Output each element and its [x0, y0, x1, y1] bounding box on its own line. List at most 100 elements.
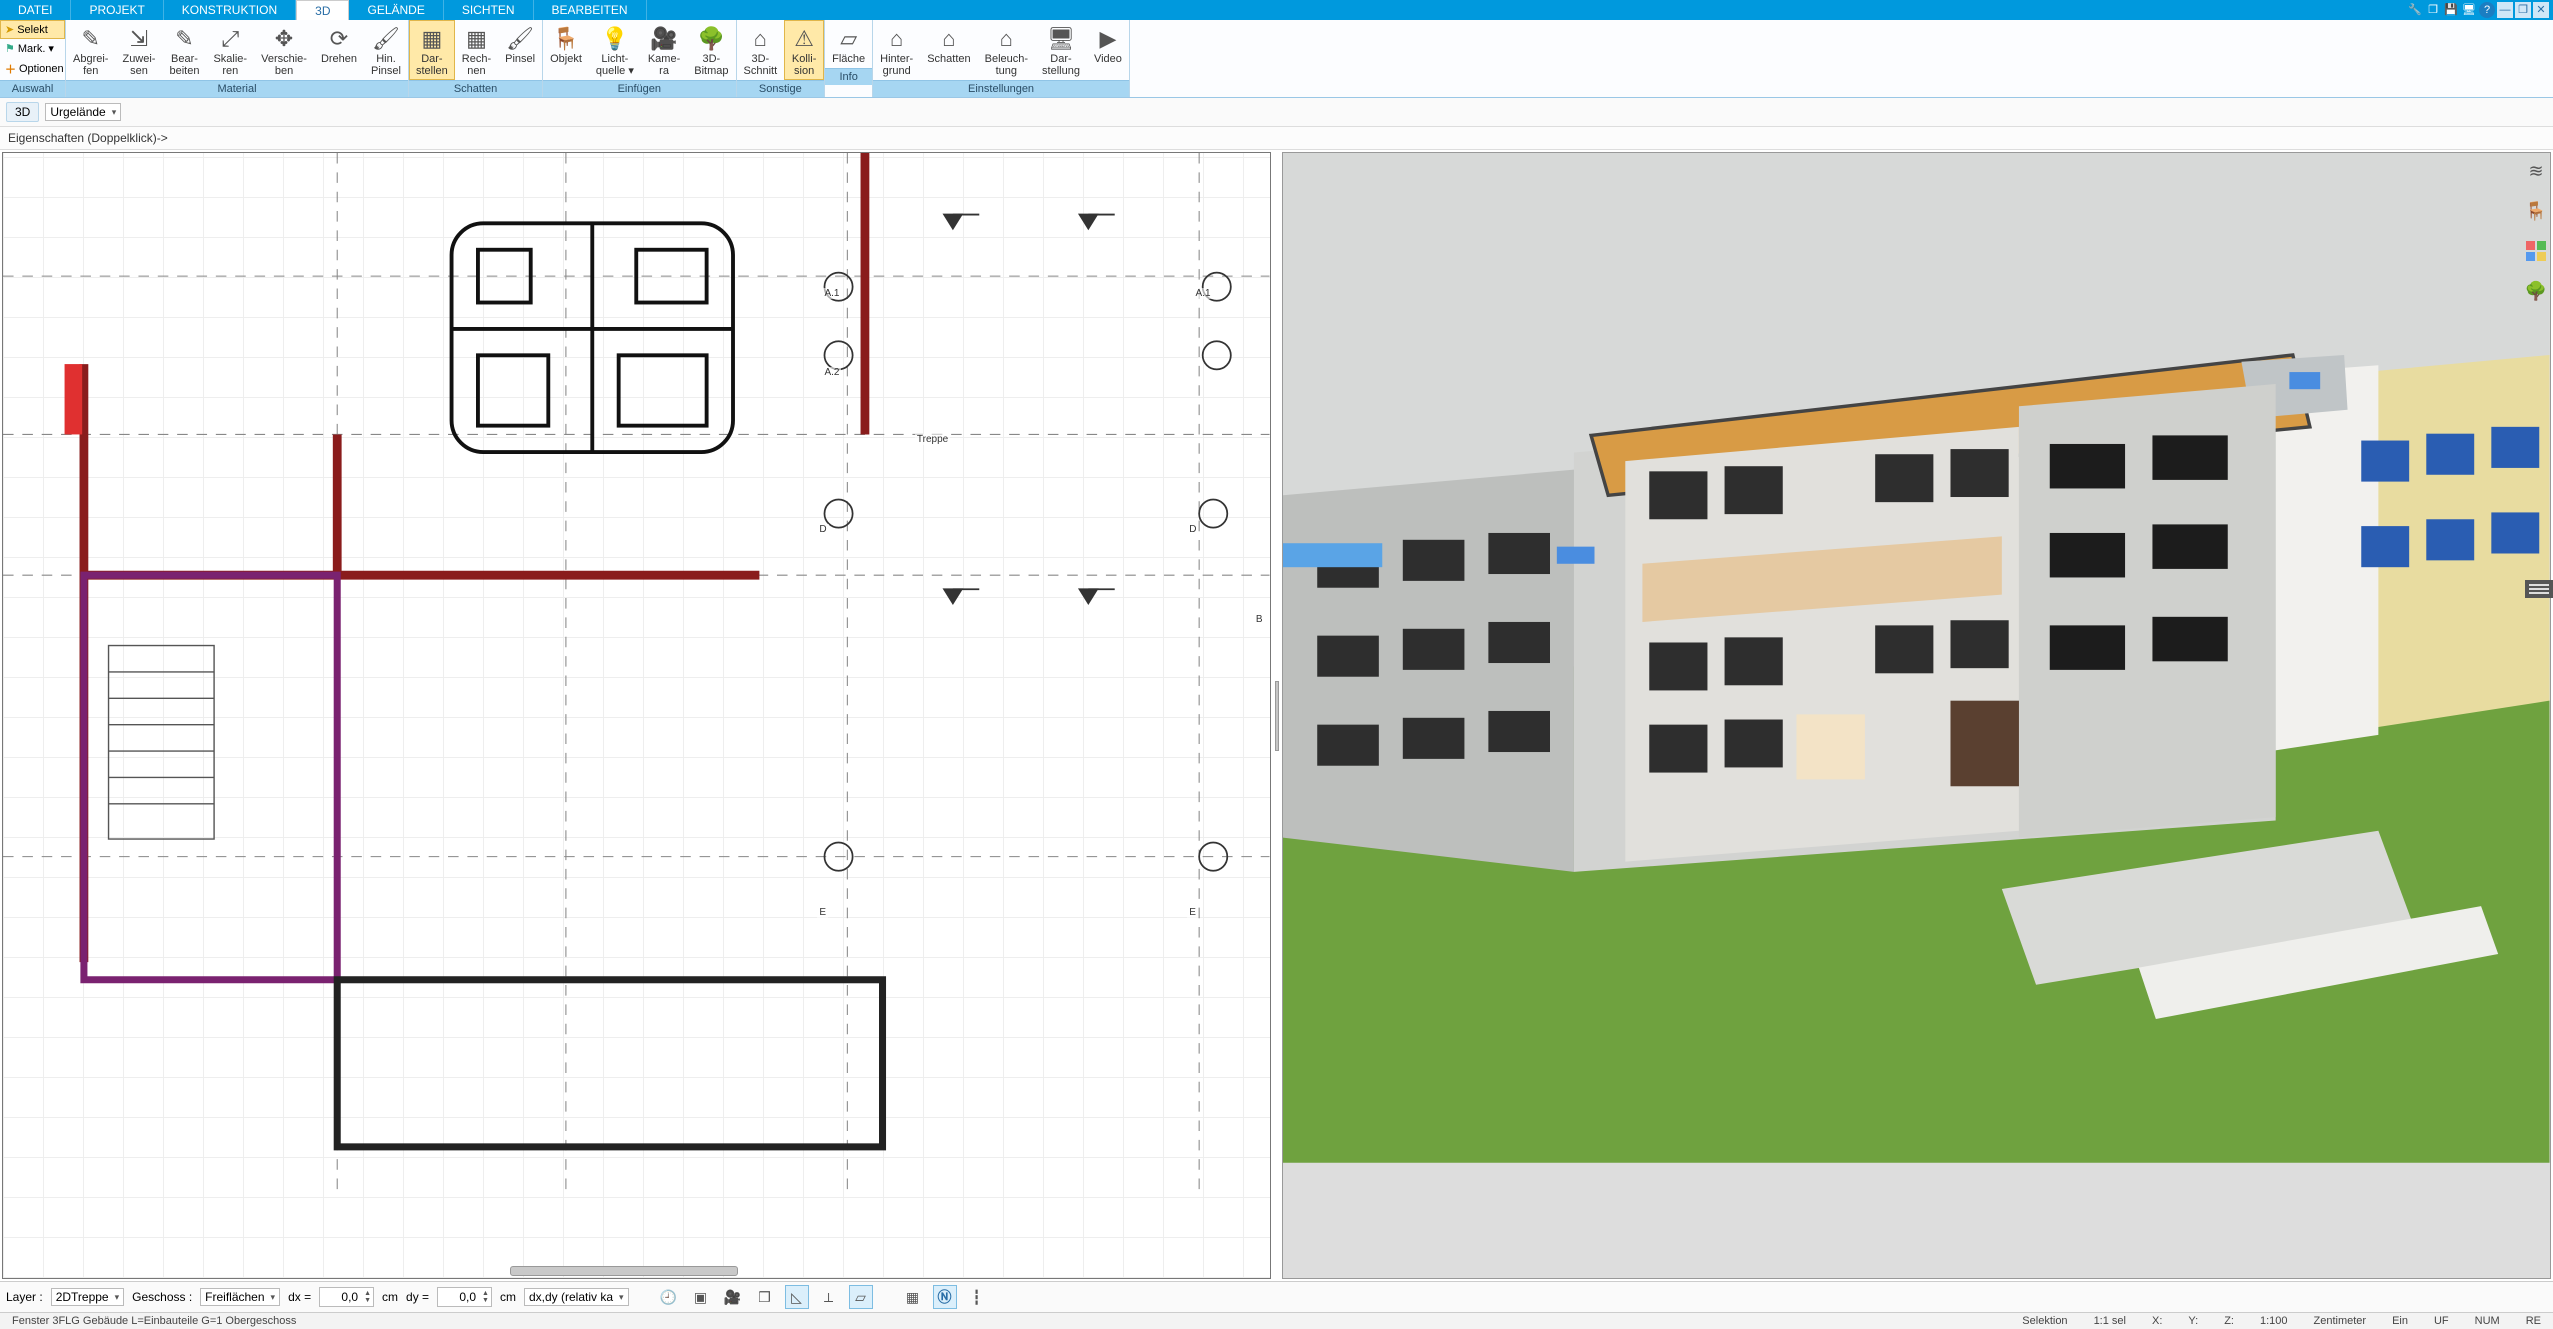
chevron-down-icon: ▾ — [115, 1292, 120, 1303]
dx-input[interactable] — [320, 1288, 362, 1306]
lichtquelle-button[interactable]: 💡Licht- quelle ▾ — [589, 20, 641, 80]
geschoss-combo[interactable]: Freiflächen ▾ — [200, 1288, 280, 1306]
kollision-button[interactable]: ⚠Kolli- sion — [784, 20, 824, 80]
video-button[interactable]: ▶Video — [1087, 20, 1129, 80]
properties-hint-bar[interactable]: Eigenschaften (Doppelklick)-> — [0, 127, 2553, 150]
dy-spin-down[interactable]: ▼ — [480, 1297, 491, 1304]
save-icon[interactable]: 💾 — [2443, 2, 2459, 18]
status-scale: 1:100 — [2254, 1315, 2294, 1327]
workspace: Treppe A.1 A.2 A.1 D D E E B — [0, 150, 2553, 1281]
objekt-icon: 🪑 — [550, 25, 582, 53]
plan-view-2d[interactable]: Treppe A.1 A.2 A.1 D D E E B — [2, 152, 1271, 1279]
minimize-icon[interactable]: — — [2497, 2, 2513, 18]
menu-3d[interactable]: 3D — [296, 0, 349, 20]
flaeche-button[interactable]: ▱Fläche — [825, 20, 872, 68]
schatten-button[interactable]: ⌂Schatten — [920, 20, 977, 80]
pinsel-icon: 🖌 — [505, 25, 535, 53]
hin-pinsel-button[interactable]: 🖌Hin. Pinsel — [364, 20, 408, 80]
terrain-icon[interactable]: 🌳 — [2523, 278, 2549, 304]
dx-spin-up[interactable]: ▲ — [362, 1290, 373, 1297]
camera-icon[interactable]: 🎥 — [721, 1285, 745, 1309]
schatten-icon: ⌂ — [927, 25, 970, 53]
darstellen-icon: ▦ — [416, 25, 448, 53]
ribbon-group-schatten: ▦Dar- stellen▦Rech- nen🖌PinselSchatten — [409, 20, 543, 97]
zuweisen-button[interactable]: ⇲Zuwei- sen — [115, 20, 162, 80]
wrench-icon[interactable]: 🔧 — [2407, 2, 2423, 18]
ribbon-group-einfügen: 🪑Objekt💡Licht- quelle ▾🎥Kame- ra🌳3D- Bit… — [543, 20, 736, 97]
darstellen-button[interactable]: ▦Dar- stellen — [409, 20, 455, 80]
snap-perp-icon[interactable]: ⟂ — [817, 1285, 841, 1309]
stack-icon[interactable]: ❒ — [753, 1285, 777, 1309]
side-palette: ≋ 🪑 🌳 — [2519, 150, 2553, 312]
letter-n-icon[interactable]: Ⓝ — [933, 1285, 957, 1309]
rechnen-button[interactable]: ▦Rech- nen — [455, 20, 498, 80]
grid-icon[interactable]: ▦ — [901, 1285, 925, 1309]
kamera-button[interactable]: 🎥Kame- ra — [641, 20, 687, 80]
snap-plane-icon[interactable]: ▱ — [849, 1285, 873, 1309]
drehen-button[interactable]: ⟳Drehen — [314, 20, 364, 80]
view-mode-badge[interactable]: 3D — [6, 102, 39, 122]
dy-input[interactable] — [438, 1288, 480, 1306]
menu-projekt[interactable]: PROJEKT — [71, 0, 163, 20]
help-icon[interactable]: ? — [2479, 2, 2495, 18]
menu-datei[interactable]: DATEI — [0, 0, 71, 20]
layer-combo[interactable]: 2DTreppe ▾ — [51, 1288, 124, 1306]
info-icon[interactable]: ┇ — [965, 1285, 989, 1309]
close-icon[interactable]: ✕ — [2533, 2, 2549, 18]
status-y: Y: — [2182, 1315, 2204, 1327]
menubar: DATEI PROJEKT KONSTRUKTION 3D GELÄNDE SI… — [0, 0, 2553, 20]
menu-sichten[interactable]: SICHTEN — [444, 0, 534, 20]
dy-field[interactable]: ▲▼ — [437, 1287, 492, 1307]
menu-bearbeiten[interactable]: BEARBEITEN — [534, 0, 647, 20]
coordmode-combo[interactable]: dx,dy (relativ ka ▾ — [524, 1288, 629, 1306]
abgreifen-button[interactable]: ✎Abgrei- fen — [66, 20, 115, 80]
beleuchtung-button[interactable]: ⌂Beleuch- tung — [978, 20, 1035, 80]
status-ein: Ein — [2386, 1315, 2414, 1327]
window-icon[interactable]: ❐ — [2425, 2, 2441, 18]
menu-gelaende[interactable]: GELÄNDE — [349, 0, 443, 20]
darstellung-button[interactable]: 🖥Dar- stellung — [1035, 20, 1087, 80]
skalieren-icon: ⤢ — [213, 25, 247, 53]
bearbeiten-button[interactable]: ✎Bear- beiten — [162, 20, 206, 80]
chevron-down-icon: ▾ — [48, 42, 54, 55]
objekt-button[interactable]: 🪑Objekt — [543, 20, 589, 80]
clock-icon[interactable]: 🕘 — [657, 1285, 681, 1309]
view-3d[interactable] — [1282, 152, 2551, 1279]
status-sel: 1:1 sel — [2088, 1315, 2132, 1327]
colors-icon[interactable] — [2523, 238, 2549, 264]
restore-icon[interactable]: ❐ — [2515, 2, 2531, 18]
dy-label: dy = — [406, 1290, 429, 1304]
horizontal-scrollbar[interactable] — [510, 1266, 738, 1276]
capture-icon[interactable]: ▣ — [689, 1285, 713, 1309]
status-uf: UF — [2428, 1315, 2455, 1327]
layers-icon[interactable]: ≋ — [2523, 158, 2549, 184]
options-button[interactable]: ＋ Optionen — [0, 58, 65, 80]
snap-angle-icon[interactable]: ◺ — [785, 1285, 809, 1309]
pinsel-label: Pinsel — [505, 53, 535, 65]
skalieren-button[interactable]: ⤢Skalie- ren — [206, 20, 254, 80]
3d-bitmap-button[interactable]: 🌳3D- Bitmap — [687, 20, 735, 80]
selection-combo[interactable]: Urgelände ▾ — [45, 103, 121, 121]
coordmode-text: dx,dy (relativ ka — [529, 1290, 613, 1304]
3d-schnitt-button[interactable]: ⌂3D- Schnitt — [737, 20, 785, 80]
menu-konstruktion[interactable]: KONSTRUKTION — [164, 0, 296, 20]
select-mode-button[interactable]: ➤ Selekt — [0, 20, 65, 39]
side-panel-handle[interactable] — [2525, 580, 2553, 598]
hintergrund-button[interactable]: ⌂Hinter- grund — [873, 20, 920, 80]
pane-splitter[interactable] — [1273, 150, 1281, 1281]
objekt-label: Objekt — [550, 53, 582, 65]
select-label: Selekt — [17, 24, 48, 36]
verschieben-icon: ✥ — [261, 25, 307, 53]
mark-label: Mark. — [18, 43, 46, 55]
verschieben-button[interactable]: ✥Verschie- ben — [254, 20, 314, 80]
furniture-icon[interactable]: 🪑 — [2523, 198, 2549, 224]
ribbon-caption: Material — [66, 80, 408, 97]
cursor-icon: ➤ — [5, 23, 14, 36]
screen-icon[interactable]: 🖥 — [2461, 2, 2477, 18]
ribbon: ➤ Selekt ⚑ Mark. ▾ ＋ Optionen Auswahl ✎A… — [0, 20, 2553, 98]
dy-spin-up[interactable]: ▲ — [480, 1290, 491, 1297]
dx-field[interactable]: ▲▼ — [319, 1287, 374, 1307]
pinsel-button[interactable]: 🖌Pinsel — [498, 20, 542, 80]
dx-spin-down[interactable]: ▼ — [362, 1297, 373, 1304]
mark-mode-button[interactable]: ⚑ Mark. ▾ — [0, 39, 65, 58]
